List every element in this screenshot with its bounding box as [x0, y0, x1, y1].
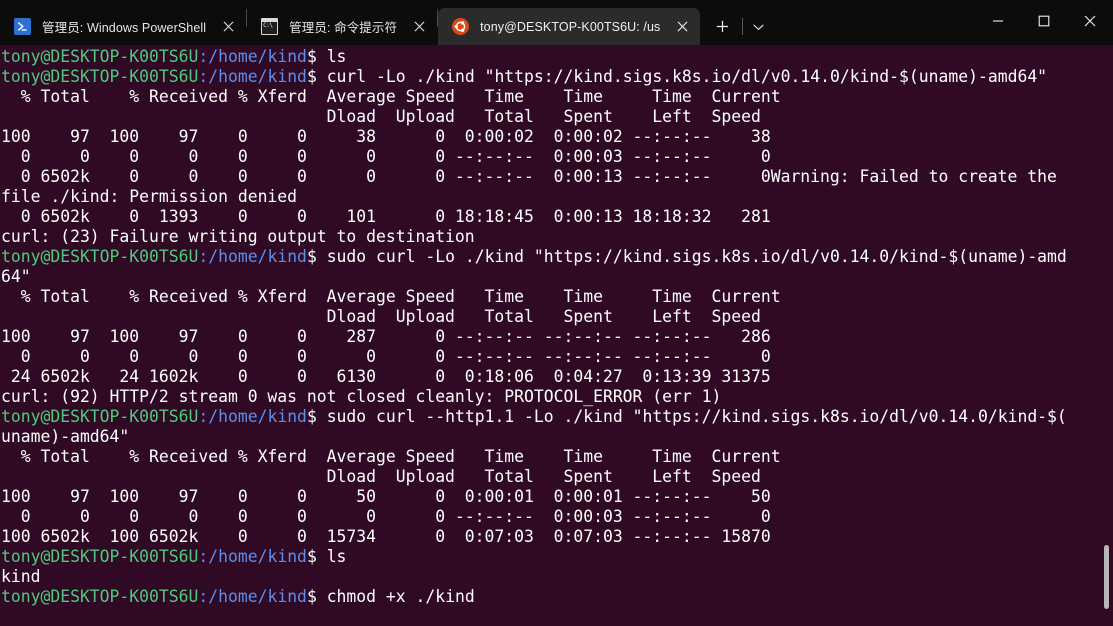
terminal-output-line: % Total % Received % Xferd Average Speed…: [1, 447, 781, 466]
cmd-icon: C:\: [261, 18, 279, 35]
terminal-prompt-line: tony@DESKTOP-K00TS6U:/home/kind$ ls: [1, 547, 1113, 567]
tab-cmd[interactable]: C:\ 管理员: 命令提示符: [247, 8, 438, 45]
new-tab-button[interactable]: [706, 12, 739, 41]
terminal-scrollbar[interactable]: [1104, 45, 1109, 626]
prompt-user-host: tony@DESKTOP-K00TS6U: [1, 67, 199, 86]
terminal-command: curl -Lo ./kind "https://kind.sigs.k8s.i…: [326, 67, 1048, 86]
prompt-symbol: $: [306, 67, 327, 86]
prompt-symbol: $: [306, 247, 327, 266]
terminal-output-line: 100 97 100 97 0 0 50 0 0:00:01 0:00:01 -…: [1, 487, 771, 506]
prompt-symbol: $: [306, 407, 327, 426]
terminal-output-line: Dload Upload Total Spent Left Speed: [1, 467, 761, 486]
terminal-pane[interactable]: tony@DESKTOP-K00TS6U:/home/kind$ ls tony@…: [0, 45, 1113, 626]
tab-ubuntu-close-icon[interactable]: [668, 14, 696, 40]
prompt-colon: :: [198, 587, 209, 606]
terminal-output-line: % Total % Received % Xferd Average Speed…: [1, 87, 781, 106]
tab-strip: 管理员: Windows PowerShell C:\ 管理员: 命令提示符 t…: [0, 0, 701, 45]
window-controls: [975, 0, 1113, 41]
scrollbar-thumb[interactable]: [1104, 544, 1109, 609]
new-tab-divider: [742, 18, 744, 35]
terminal-output: tony@DESKTOP-K00TS6U:/home/kind$ ls tony@…: [0, 45, 1113, 607]
tab-powershell-close-icon[interactable]: [214, 14, 242, 40]
terminal-output-line: Dload Upload Total Spent Left Speed: [1, 107, 761, 126]
tab-cmd-title: 管理员: 命令提示符: [289, 21, 398, 35]
new-tab-group: [700, 8, 771, 45]
terminal-output-line: uname)-amd64": [1, 427, 130, 446]
terminal-output-line: file ./kind: Permission denied: [1, 187, 298, 206]
prompt-path: /home/kind: [208, 247, 307, 266]
prompt-colon: :: [198, 67, 209, 86]
terminal-output-line: 24 6502k 24 1602k 0 0 6130 0 0:18:06 0:0…: [1, 367, 771, 386]
terminal-output-line: kind: [1, 567, 41, 586]
prompt-path: /home/kind: [208, 47, 307, 66]
terminal-output-line: 0 0 0 0 0 0 0 0 --:--:-- 0:00:03 --:--:-…: [1, 507, 771, 526]
terminal-command: sudo curl --http1.1 -Lo ./kind "https://…: [326, 407, 1067, 426]
terminal-output-line: 100 97 100 97 0 0 38 0 0:00:02 0:00:02 -…: [1, 127, 771, 146]
terminal-output-line: 100 6502k 100 6502k 0 0 15734 0 0:07:03 …: [1, 527, 771, 546]
prompt-user-host: tony@DESKTOP-K00TS6U: [1, 587, 199, 606]
title-bar: 管理员: Windows PowerShell C:\ 管理员: 命令提示符 t…: [0, 0, 1113, 45]
terminal-command: chmod +x ./kind: [326, 587, 475, 606]
terminal-prompt-line: tony@DESKTOP-K00TS6U:/home/kind$ ls: [1, 47, 1113, 67]
prompt-symbol: $: [306, 47, 327, 66]
prompt-user-host: tony@DESKTOP-K00TS6U: [1, 547, 199, 566]
powershell-icon: [14, 18, 31, 35]
terminal-output-line: 0 6502k 0 0 0 0 0 0 --:--:-- 0:00:13 --:…: [1, 167, 1057, 186]
prompt-colon: :: [198, 547, 209, 566]
terminal-command: ls: [326, 547, 347, 566]
terminal-command: sudo curl -Lo ./kind "https://kind.sigs.…: [326, 247, 1067, 266]
close-window-button[interactable]: [1067, 0, 1113, 41]
prompt-user-host: tony@DESKTOP-K00TS6U: [1, 407, 199, 426]
prompt-symbol: $: [306, 587, 327, 606]
terminal-prompt-line: tony@DESKTOP-K00TS6U:/home/kind$ chmod +…: [1, 587, 1113, 607]
ubuntu-icon: [452, 18, 470, 35]
terminal-prompt-line: tony@DESKTOP-K00TS6U:/home/kind$ sudo cu…: [1, 407, 1113, 427]
tab-cmd-close-icon[interactable]: [405, 14, 433, 40]
terminal-prompt-line: tony@DESKTOP-K00TS6U:/home/kind$ sudo cu…: [1, 247, 1113, 267]
prompt-user-host: tony@DESKTOP-K00TS6U: [1, 247, 199, 266]
maximize-button[interactable]: [1021, 0, 1067, 41]
prompt-colon: :: [198, 407, 209, 426]
minimize-button[interactable]: [975, 0, 1021, 41]
terminal-output-line: % Total % Received % Xferd Average Speed…: [1, 287, 781, 306]
terminal-output-line: Dload Upload Total Spent Left Speed: [1, 307, 761, 326]
prompt-colon: :: [198, 247, 209, 266]
prompt-user-host: tony@DESKTOP-K00TS6U: [1, 47, 199, 66]
terminal-output-line: 64": [1, 267, 31, 286]
tab-ubuntu[interactable]: tony@DESKTOP-K00TS6U: /us: [438, 8, 701, 45]
prompt-colon: :: [198, 47, 209, 66]
terminal-prompt-line: tony@DESKTOP-K00TS6U:/home/kind$ curl -L…: [1, 67, 1113, 87]
tab-dropdown-button[interactable]: [746, 12, 771, 41]
prompt-symbol: $: [306, 547, 327, 566]
prompt-path: /home/kind: [208, 67, 307, 86]
tab-powershell[interactable]: 管理员: Windows PowerShell: [0, 8, 247, 45]
terminal-output-line: curl: (92) HTTP/2 stream 0 was not close…: [1, 387, 722, 406]
tab-powershell-title: 管理员: Windows PowerShell: [42, 21, 207, 35]
prompt-path: /home/kind: [208, 587, 307, 606]
terminal-output-line: 0 6502k 0 1393 0 0 101 0 18:18:45 0:00:1…: [1, 207, 771, 226]
terminal-output-line: 0 0 0 0 0 0 0 0 --:--:-- --:--:-- --:--:…: [1, 347, 771, 366]
cmd-icon-text: C:\: [263, 22, 273, 29]
tab-ubuntu-title: tony@DESKTOP-K00TS6U: /us: [480, 19, 661, 34]
terminal-command: ls: [326, 47, 347, 66]
terminal-output-line: curl: (23) Failure writing output to des…: [1, 227, 475, 246]
terminal-output-line: 0 0 0 0 0 0 0 0 --:--:-- 0:00:03 --:--:-…: [1, 147, 771, 166]
prompt-path: /home/kind: [208, 407, 307, 426]
terminal-output-line: 100 97 100 97 0 0 287 0 --:--:-- --:--:-…: [1, 327, 771, 346]
prompt-path: /home/kind: [208, 547, 307, 566]
